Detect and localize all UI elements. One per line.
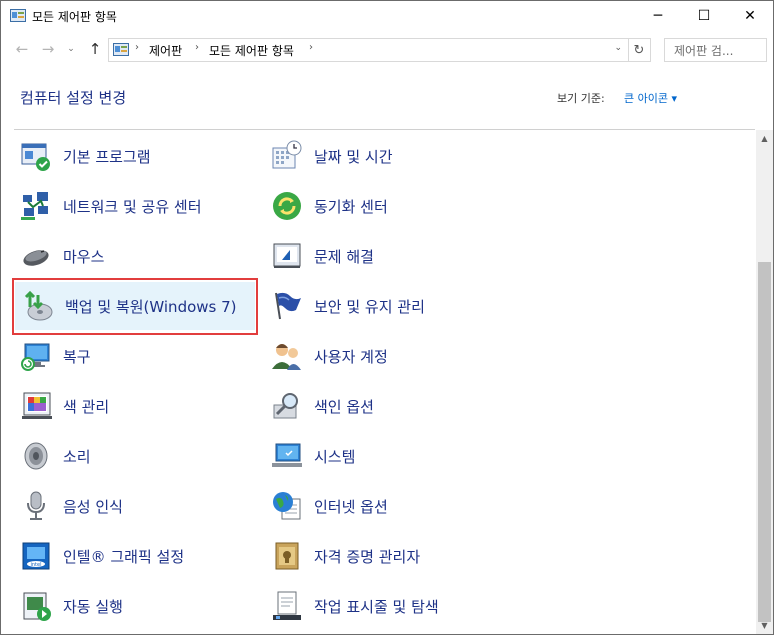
breadcrumb-control-panel[interactable]: 제어판 [149, 42, 182, 59]
item-label: 색 관리 [63, 397, 110, 416]
item-label: 자동 실행 [63, 597, 123, 616]
item-internet-options[interactable]: 인터넷 옵션 [265, 485, 388, 527]
item-label: 인터넷 옵션 [314, 497, 388, 516]
minimize-button[interactable]: ─ [635, 1, 681, 31]
breadcrumb-separator[interactable]: › [309, 42, 313, 53]
search-input[interactable]: 제어판 검... [664, 38, 767, 62]
credential-manager-icon [275, 542, 299, 570]
maximize-button[interactable]: ☐ [681, 1, 727, 31]
breadcrumb-separator[interactable]: › [195, 42, 199, 53]
backup-restore-icon [24, 290, 53, 321]
mouse-icon [23, 250, 49, 266]
item-sync-center[interactable]: 동기화 센터 [265, 185, 388, 227]
item-default-programs[interactable]: 기본 프로그램 [14, 135, 151, 177]
speech-recognition-microphone-icon [27, 491, 45, 520]
item-credential-manager[interactable]: 자격 증명 관리자 [265, 535, 420, 577]
item-sound[interactable]: 소리 [14, 435, 91, 477]
up-button[interactable]: ↑ [84, 39, 106, 59]
item-system[interactable]: 시스템 [265, 435, 355, 477]
item-backup-restore[interactable]: 백업 및 복원(Windows 7) [15, 282, 255, 330]
scroll-down-button[interactable]: ▼ [756, 617, 773, 634]
item-label: 동기화 센터 [314, 197, 388, 216]
refresh-button[interactable]: ↻ [628, 38, 651, 62]
network-sharing-icon [21, 192, 48, 220]
item-label: 사용자 계정 [314, 347, 388, 366]
user-accounts-icon [272, 344, 301, 370]
item-troubleshooting[interactable]: 문제 해결 [265, 235, 374, 277]
item-label: 자격 증명 관리자 [314, 547, 421, 566]
scroll-thumb[interactable] [758, 262, 771, 622]
item-indexing-options[interactable]: 색인 옵션 [265, 385, 374, 427]
troubleshooting-icon [273, 243, 301, 268]
item-label: 백업 및 복원(Windows 7) [65, 297, 237, 316]
item-label: 음성 인식 [63, 497, 123, 516]
intel-graphics-icon: intel [22, 542, 50, 570]
breadcrumb-separator[interactable]: › [135, 42, 139, 53]
item-autoplay[interactable]: 자동 실행 [14, 585, 123, 627]
control-panel-icon [113, 43, 129, 56]
back-button[interactable]: ← [11, 39, 33, 59]
item-label: 네트워크 및 공유 센터 [63, 197, 202, 216]
item-speech-recognition[interactable]: 음성 인식 [14, 485, 123, 527]
item-label: 색인 옵션 [314, 397, 374, 416]
item-label: 복구 [63, 347, 91, 366]
close-button[interactable]: ✕ [727, 1, 773, 31]
recent-locations-button[interactable]: ⌄ [63, 39, 79, 59]
item-label: 소리 [63, 447, 91, 466]
item-intel-graphics[interactable]: intel 인텔® 그래픽 설정 [14, 535, 184, 577]
item-label: 날짜 및 시간 [314, 147, 393, 166]
window-title: 모든 제어판 항목 [32, 10, 117, 24]
page-title: 컴퓨터 설정 변경 [20, 89, 127, 107]
recovery-icon [21, 343, 50, 371]
item-label: 기본 프로그램 [63, 147, 151, 166]
item-label: 작업 표시줄 및 탐색 [314, 597, 439, 616]
taskbar-navigation-icon [273, 591, 301, 620]
indexing-options-icon [273, 393, 298, 419]
sync-center-icon [273, 192, 301, 220]
control-panel-window: 모든 제어판 항목 ─ ☐ ✕ ← → ⌄ ↑ › 제어판 › 모든 제어판 항… [0, 0, 774, 635]
date-time-icon [272, 140, 302, 169]
item-security-maintenance[interactable]: 보안 및 유지 관리 [265, 285, 425, 327]
scroll-up-button[interactable]: ▲ [756, 130, 773, 147]
item-taskbar-navigation[interactable]: 작업 표시줄 및 탐색 [265, 585, 439, 627]
navigation-bar: ← → ⌄ ↑ › 제어판 › 모든 제어판 항목 › ⌄ ↻ 제어판 검... [1, 31, 773, 67]
item-label: 인텔® 그래픽 설정 [63, 547, 185, 566]
item-network-sharing[interactable]: 네트워크 및 공유 센터 [14, 185, 202, 227]
view-by-dropdown[interactable]: 큰 아이콘 ▾ [624, 90, 677, 106]
item-mouse[interactable]: 마우스 [14, 235, 104, 277]
item-label: 시스템 [314, 447, 356, 466]
item-user-accounts[interactable]: 사용자 계정 [265, 335, 388, 377]
vertical-scrollbar[interactable]: ▲ ▼ [756, 130, 773, 634]
svg-text:intel: intel [31, 562, 42, 568]
color-management-icon [22, 392, 52, 419]
forward-button[interactable]: → [37, 39, 59, 59]
search-placeholder: 제어판 검... [674, 44, 734, 58]
title-bar[interactable]: 모든 제어판 항목 ─ ☐ ✕ [1, 1, 773, 31]
control-panel-app-icon [10, 9, 26, 22]
address-dropdown-icon[interactable]: ⌄ [614, 43, 622, 53]
address-bar[interactable]: › 제어판 › 모든 제어판 항목 › ⌄ [108, 38, 629, 62]
item-label: 마우스 [63, 247, 105, 266]
item-label: 보안 및 유지 관리 [314, 297, 425, 316]
item-label: 문제 해결 [314, 247, 374, 266]
default-programs-icon [21, 143, 50, 171]
item-recovery[interactable]: 복구 [14, 335, 91, 377]
sound-speaker-icon [24, 442, 48, 470]
security-maintenance-flag-icon [275, 292, 301, 320]
view-by-label: 보기 기준: [557, 92, 605, 105]
system-icon [272, 443, 302, 467]
header-divider [14, 129, 755, 130]
internet-options-icon [273, 492, 301, 520]
item-date-time[interactable]: 날짜 및 시간 [265, 135, 393, 177]
breadcrumb-all-items[interactable]: 모든 제어판 항목 [209, 42, 294, 59]
autoplay-icon [23, 592, 51, 621]
item-color-management[interactable]: 색 관리 [14, 385, 109, 427]
